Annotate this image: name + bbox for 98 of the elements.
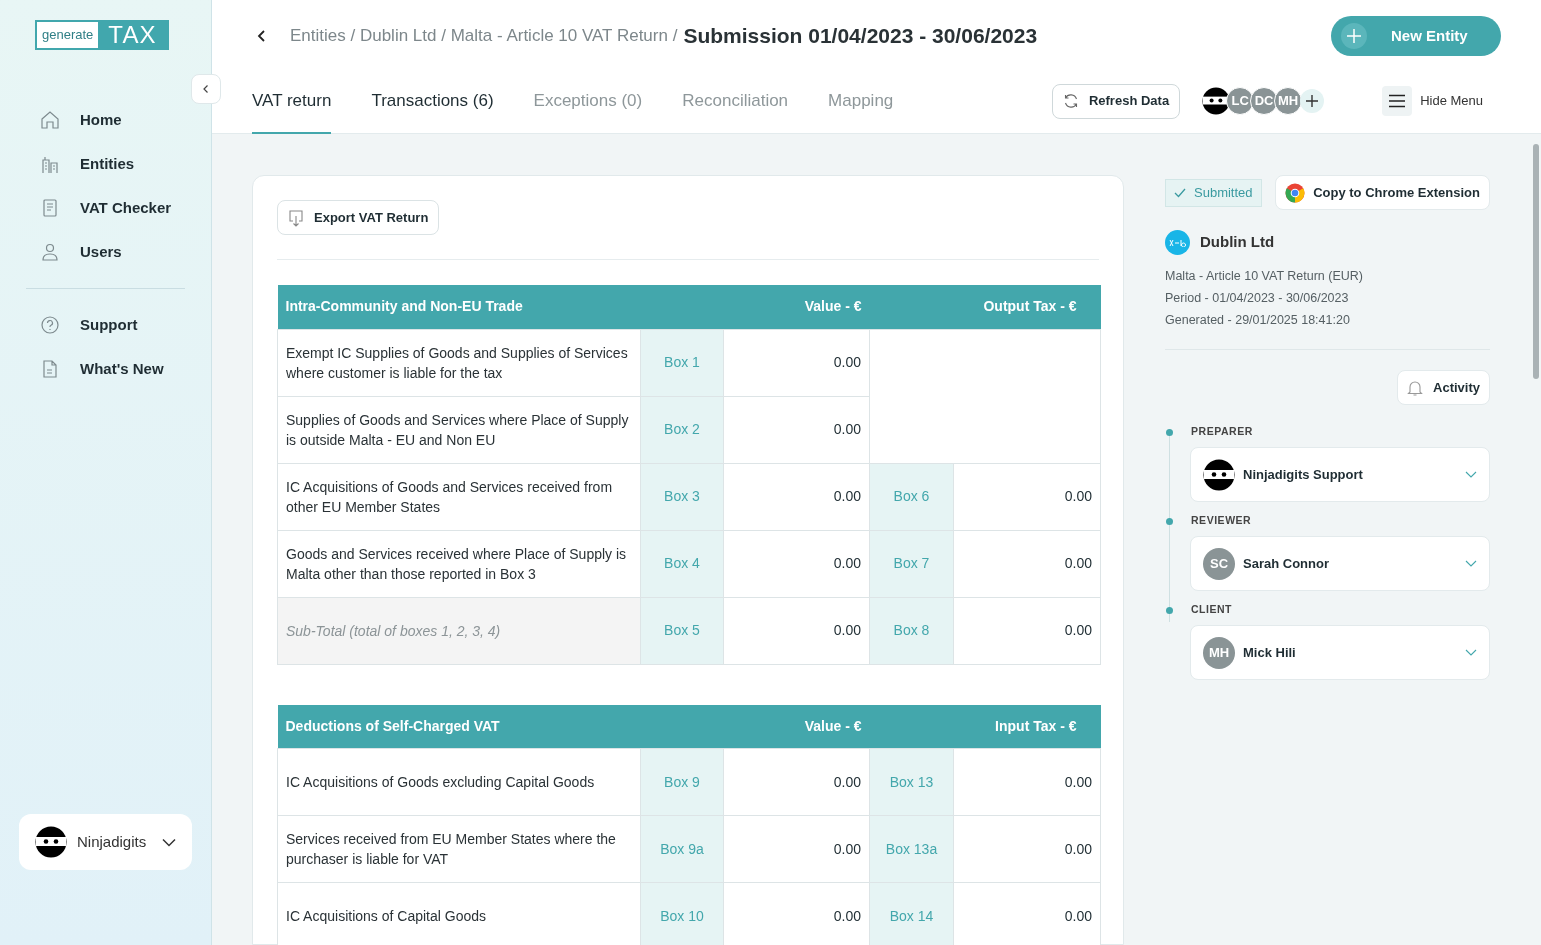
role-label: REVIEWER <box>1191 513 1252 529</box>
tax-cell: 0.00 <box>953 530 1101 597</box>
buildings-icon <box>40 154 60 174</box>
column-header: Value - € <box>723 285 870 329</box>
value-cell: 0.00 <box>723 815 870 883</box>
xero-logo <box>1165 230 1190 255</box>
sidebar-item[interactable]: Entities <box>40 146 211 182</box>
box-number: Box 6 <box>869 463 954 530</box>
chevron-down-icon <box>1465 648 1477 657</box>
avatar-icon <box>1203 458 1235 491</box>
plus-icon <box>1341 23 1367 49</box>
table-header: Intra-Community and Non-EU Trade <box>277 285 724 329</box>
row-label: Goods and Services received where Place of Supply is Malta other than those reported in Box 3 <box>277 530 641 597</box>
file-icon <box>40 359 60 379</box>
help-icon <box>40 315 60 335</box>
plus-icon <box>1305 94 1320 108</box>
scrollbar[interactable] <box>1533 144 1539 379</box>
box-number: Box 9 <box>640 748 724 816</box>
export-vat-return-button[interactable]: Export VAT Return <box>277 200 440 235</box>
row-label: Exempt IC Supplies of Goods and Supplies of Services where customer is liable for the tax <box>277 329 641 396</box>
box-number: Box 1 <box>640 329 724 396</box>
refresh-icon <box>1062 93 1079 109</box>
bell-icon <box>1407 379 1424 396</box>
box-number: Box 4 <box>640 530 724 597</box>
logo: generate TAX <box>35 20 169 50</box>
box-number: Box 2 <box>640 396 724 463</box>
row-label: IC Acquisitions of Goods and Services received from other EU Member States <box>277 463 641 530</box>
subtotal-label: Sub-Total (total of boxes 1, 2, 3, 4) <box>277 597 641 664</box>
value-cell: 0.00 <box>723 463 870 530</box>
tax-cell: 0.00 <box>953 748 1101 816</box>
menu-icon <box>1389 94 1406 108</box>
column-header: Input Tax - € <box>869 704 1101 749</box>
activity-button[interactable]: Activity <box>1397 370 1490 406</box>
breadcrumb[interactable]: Entities / Dublin Ltd / Malta - Article 10 VAT Return / <box>290 23 678 49</box>
tax-cell: 0.00 <box>953 463 1101 530</box>
box-number: Box 9a <box>640 815 724 883</box>
chevron-left-icon <box>256 29 268 43</box>
value-cell: 0.00 <box>723 329 870 396</box>
role-label: PREPARER <box>1191 424 1253 440</box>
sidebar-item[interactable]: VAT Checker <box>40 190 211 226</box>
document-icon <box>40 198 60 218</box>
chevron-down-icon <box>162 837 176 847</box>
tax-cell: 0.00 <box>953 815 1101 883</box>
value-cell: 0.00 <box>723 396 870 463</box>
value-cell: 0.00 <box>723 748 870 816</box>
hide-menu-button[interactable] <box>1382 86 1413 116</box>
assignee-select[interactable]: SC Sarah Connor <box>1190 536 1490 592</box>
box-number: Box 5 <box>640 597 724 664</box>
download-icon <box>288 208 304 227</box>
avatar: SC <box>1203 547 1235 580</box>
refresh-data-button[interactable]: Refresh Data <box>1051 83 1181 119</box>
box-number: Box 8 <box>869 597 954 664</box>
entity-detail: Generated - 29/01/2025 18:41:20 <box>1165 311 1351 329</box>
status-badge: Submitted <box>1165 178 1262 207</box>
box-number: Box 10 <box>640 882 724 945</box>
row-label: Supplies of Goods and Services where Place of Supply is outside Malta - EU and Non EU <box>277 396 641 463</box>
assignee-select[interactable]: Ninjadigits Support <box>1190 447 1490 503</box>
check-icon <box>1174 187 1186 198</box>
box-number: Box 7 <box>869 530 954 597</box>
add-collaborator-button[interactable] <box>1300 89 1325 113</box>
role-label: CLIENT <box>1191 602 1233 618</box>
value-cell: 0.00 <box>723 882 870 945</box>
table-header: Deductions of Self-Charged VAT <box>277 704 724 749</box>
entity-detail: Period - 01/04/2023 - 30/06/2023 <box>1165 289 1350 307</box>
chevron-down-icon <box>1465 559 1477 568</box>
avatar: MH <box>1274 87 1303 115</box>
hide-menu-label[interactable]: Hide Menu <box>1420 91 1483 111</box>
account-menu[interactable]: Ninjadigits <box>19 814 192 870</box>
sidebar-item[interactable]: What's New <box>40 351 211 387</box>
entity-detail: Malta - Article 10 VAT Return (EUR) <box>1165 268 1364 285</box>
assignee-select[interactable]: MH Mick Hili <box>1190 625 1490 681</box>
tax-cell: 0.00 <box>953 597 1101 664</box>
browser-logo-icon <box>1285 182 1306 203</box>
copy-to-chrome-extension-button[interactable]: Copy to Chrome Extension <box>1275 175 1490 210</box>
chevron-down-icon <box>1465 470 1477 479</box>
avatar: MH <box>1203 636 1235 669</box>
box-number: Box 14 <box>869 882 954 945</box>
sidebar-item[interactable]: Users <box>40 234 211 270</box>
sidebar-item[interactable]: Support <box>40 307 211 343</box>
chevron-left-icon <box>201 84 211 94</box>
box-number: Box 13 <box>869 748 954 816</box>
tab[interactable]: Transactions (6) <box>371 70 494 134</box>
row-label: IC Acquisitions of Capital Goods <box>277 882 641 945</box>
column-header: Value - € <box>723 704 870 749</box>
page-title: Submission 01/04/2023 - 30/06/2023 <box>683 23 1038 50</box>
entity-name: Dublin Ltd <box>1200 232 1275 253</box>
box-number: Box 13a <box>869 815 954 883</box>
box-number: Box 3 <box>640 463 724 530</box>
row-label: IC Acquisitions of Goods excluding Capital Goods <box>277 748 641 816</box>
user-icon <box>40 242 60 262</box>
avatar-icon <box>35 826 67 858</box>
tax-cell: 0.00 <box>953 882 1101 945</box>
home-icon <box>40 110 60 130</box>
value-cell: 0.00 <box>723 597 870 664</box>
value-cell: 0.00 <box>723 530 870 597</box>
sidebar-item[interactable]: Home <box>40 102 211 138</box>
column-header: Output Tax - € <box>869 285 1101 329</box>
row-label: Services received from EU Member States where the purchaser is liable for VAT <box>277 815 641 883</box>
